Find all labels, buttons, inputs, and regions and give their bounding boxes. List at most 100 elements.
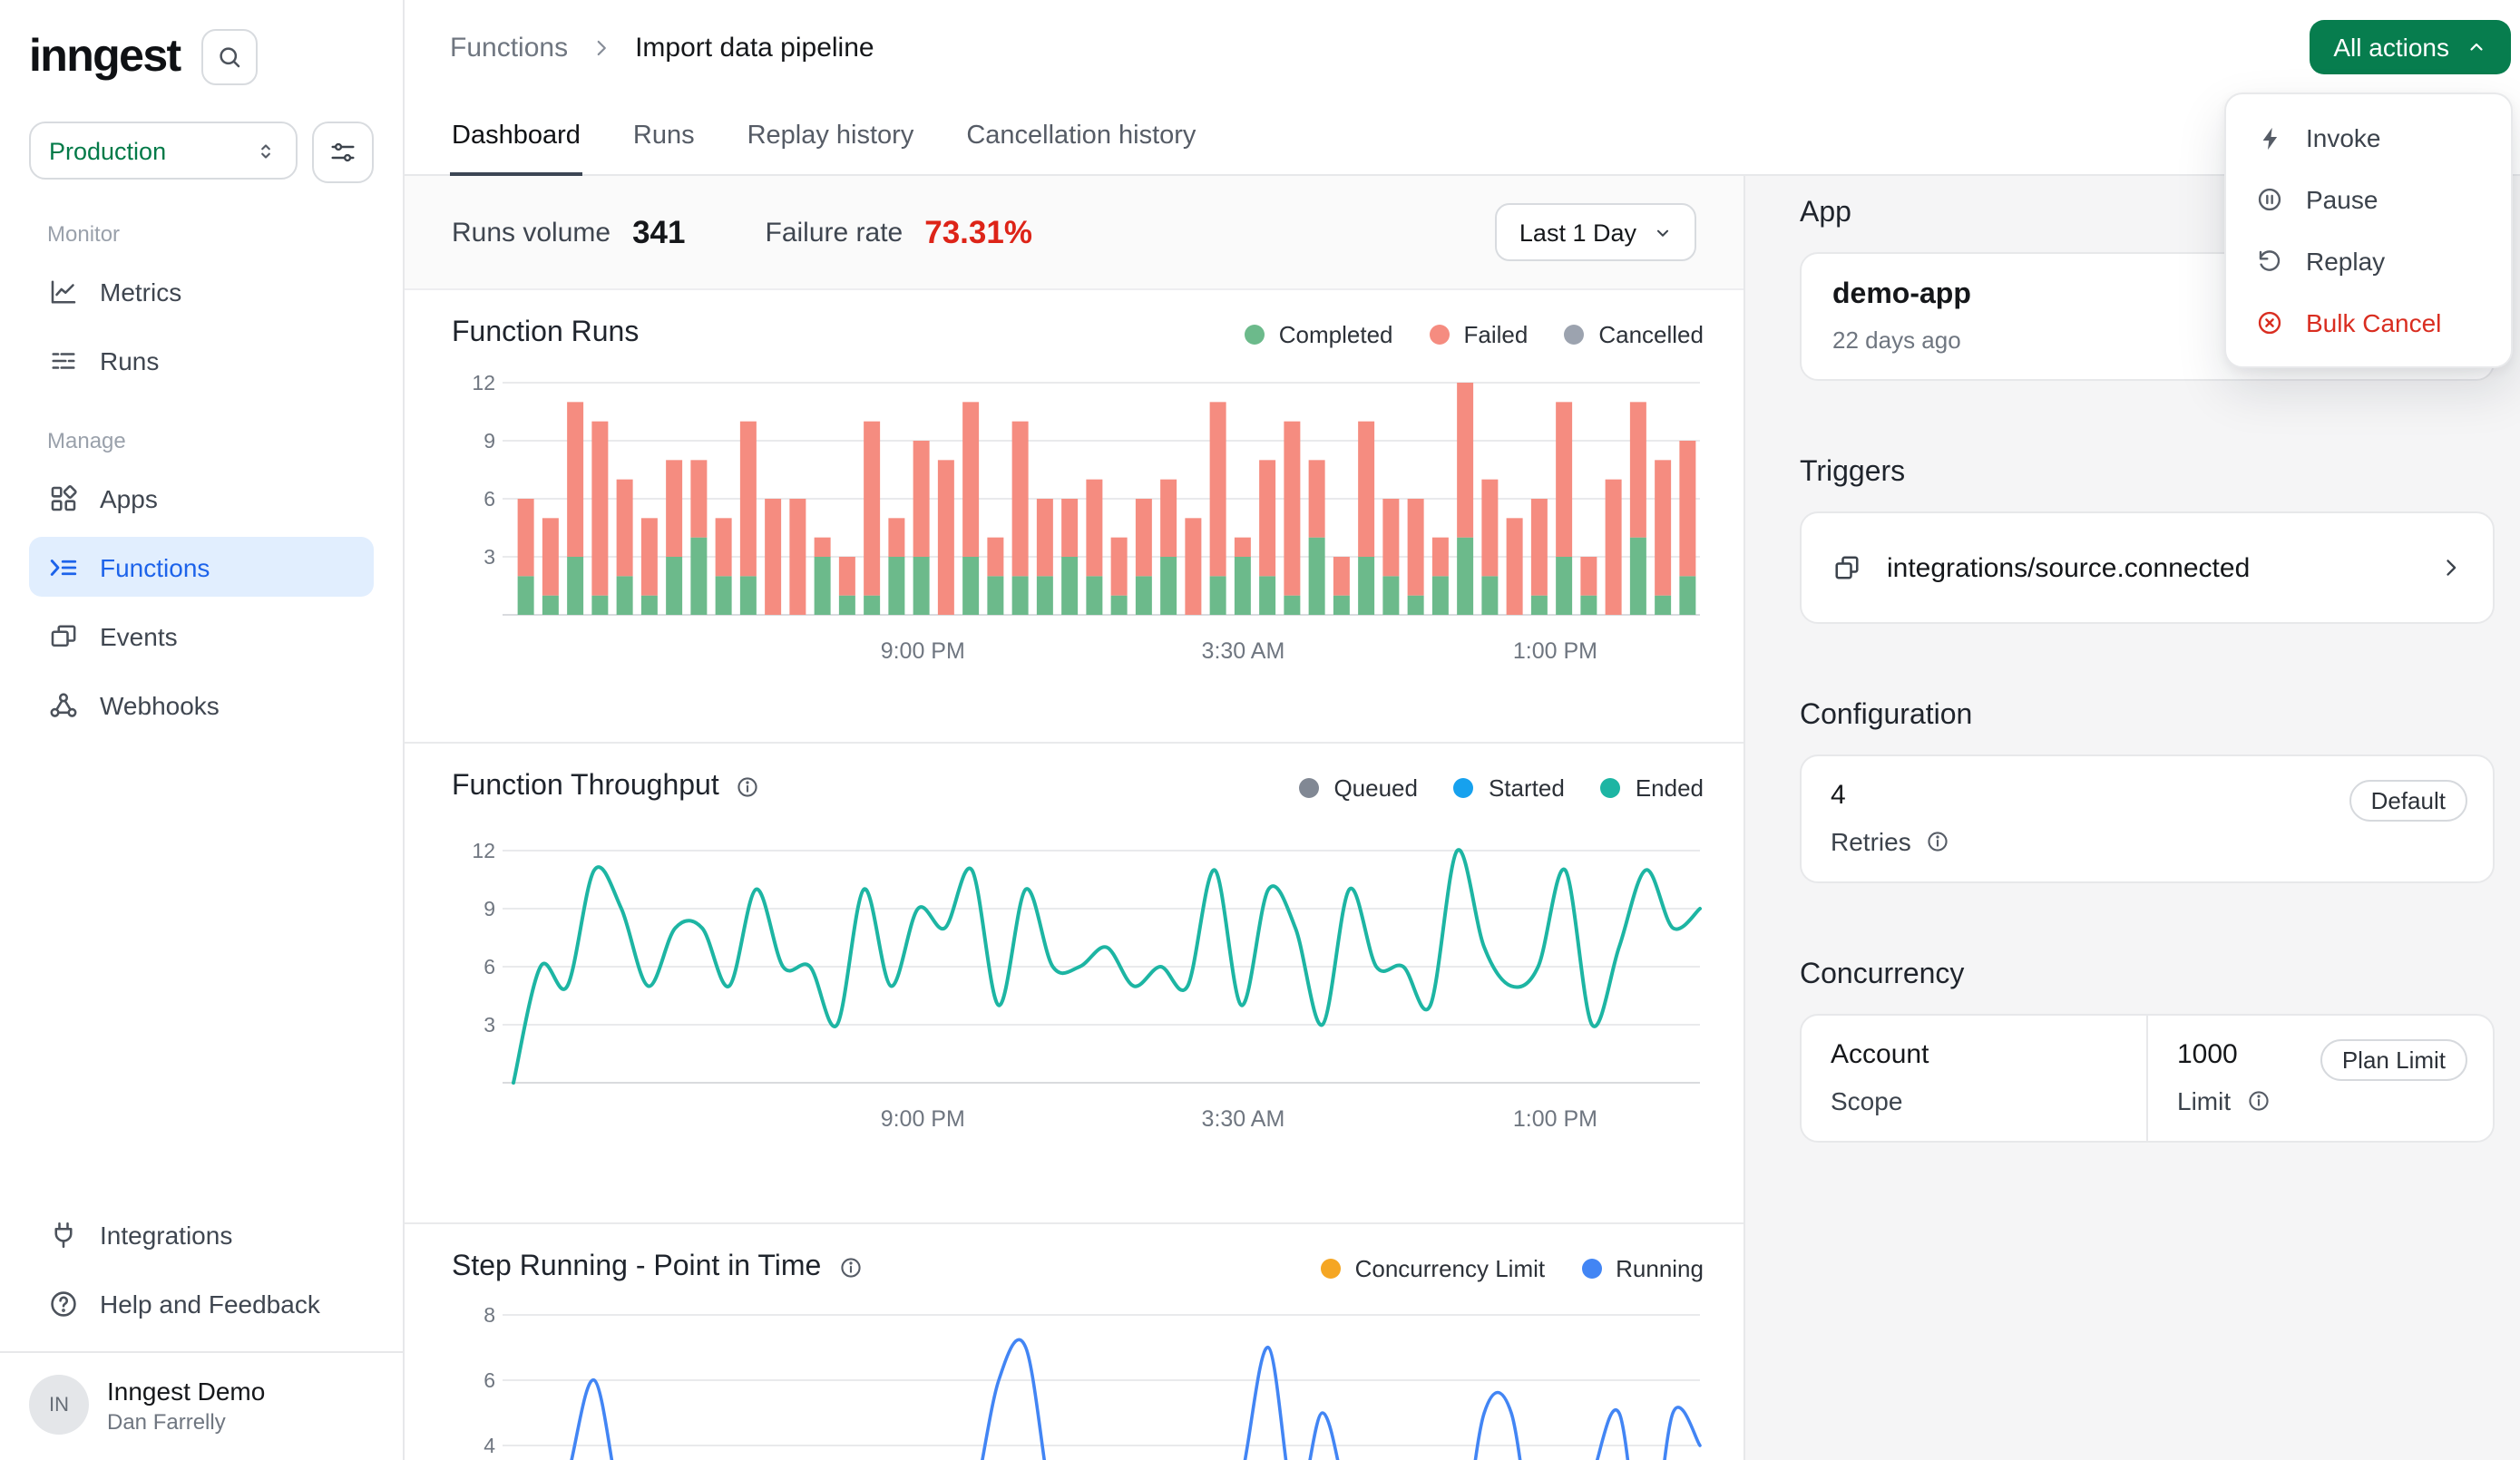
failure-rate-value: 73.31% <box>924 213 1032 251</box>
legend-label: Running <box>1616 1254 1704 1281</box>
sidebar-item-events[interactable]: Events <box>29 606 374 666</box>
started-dot <box>1454 777 1474 797</box>
chevron-right-icon <box>590 36 613 60</box>
function-throughput-chart: 129639:00 PM3:30 AM1:00 PM <box>452 829 1705 1137</box>
concurrency-heading: Concurrency <box>1800 959 2495 992</box>
menu-item-pause[interactable]: Pause <box>2226 169 2511 230</box>
stats-bar: Runs volume 341 Failure rate 73.31% Last… <box>405 176 1743 290</box>
scope-label: Scope <box>1831 1086 1902 1115</box>
metrics-icon <box>47 275 80 307</box>
step-running-chart: 864 <box>452 1306 1705 1460</box>
search-button[interactable] <box>202 29 259 85</box>
trigger-event-name: integrations/source.connected <box>1887 552 2415 583</box>
step-running-section: Step Running - Point in Time Concurrency… <box>405 1224 1743 1460</box>
nav-section-monitor: Monitor <box>47 221 374 247</box>
sidebar-item-label: Metrics <box>100 277 181 306</box>
tab-dashboard[interactable]: Dashboard <box>450 122 582 176</box>
legend-label: Queued <box>1333 774 1418 801</box>
cancel-circle-icon <box>2255 308 2284 337</box>
running-dot <box>1581 1258 1601 1278</box>
user-menu[interactable]: IN Inngest Demo Dan Farrelly <box>0 1351 403 1442</box>
breadcrumb: Functions Import data pipeline <box>450 33 874 63</box>
sidebar-item-label: Webhooks <box>100 690 220 719</box>
completed-dot <box>1245 324 1265 344</box>
menu-item-invoke[interactable]: Invoke <box>2226 107 2511 169</box>
svg-text:9: 9 <box>483 897 495 920</box>
sidebar-item-label: Runs <box>100 346 159 375</box>
tab-cancellation-history[interactable]: Cancellation history <box>964 122 1197 176</box>
ended-dot <box>1601 777 1621 797</box>
info-icon[interactable] <box>837 1255 863 1280</box>
svg-text:9:00 PM: 9:00 PM <box>881 638 965 664</box>
scope-value: Account <box>1831 1039 2117 1070</box>
cancelled-dot <box>1564 324 1584 344</box>
sidebar-item-integrations[interactable]: Integrations <box>29 1204 374 1264</box>
svg-text:3: 3 <box>483 545 495 569</box>
chevrons-up-down-icon <box>254 139 278 162</box>
inngest-dashboard: inngest Production Monitor <box>0 0 2520 1460</box>
limit-label: Limit <box>2177 1086 2231 1115</box>
tab-runs[interactable]: Runs <box>631 122 697 176</box>
legend-label: Failed <box>1464 320 1529 347</box>
sidebar-item-webhooks[interactable]: Webhooks <box>29 675 374 735</box>
sidebar-item-functions[interactable]: Functions <box>29 537 374 597</box>
svg-text:3: 3 <box>483 1013 495 1037</box>
tab-replay-history[interactable]: Replay history <box>746 122 916 176</box>
dashboard-main: Runs volume 341 Failure rate 73.31% Last… <box>405 176 1745 1460</box>
all-actions-button[interactable]: All actions <box>2310 20 2511 74</box>
legend-label: Cancelled <box>1598 320 1704 347</box>
runs-volume-value: 341 <box>632 213 685 251</box>
webhooks-icon <box>47 688 80 721</box>
info-icon[interactable] <box>736 774 761 800</box>
time-range-value: Last 1 Day <box>1519 219 1636 246</box>
runs-volume-label: Runs volume <box>452 217 610 248</box>
retries-label: Retries <box>1831 827 1911 856</box>
svg-text:6: 6 <box>483 1368 495 1392</box>
info-icon[interactable] <box>1926 829 1951 854</box>
environment-select[interactable]: Production <box>29 122 298 180</box>
environment-settings-button[interactable] <box>312 122 374 183</box>
function-throughput-section: Function Throughput Queued Started Ended… <box>405 744 1743 1224</box>
content: Runs volume 341 Failure rate 73.31% Last… <box>405 176 2520 1460</box>
svg-text:3:30 AM: 3:30 AM <box>1202 1106 1285 1132</box>
sidebar-item-apps[interactable]: Apps <box>29 468 374 528</box>
failure-rate-label: Failure rate <box>766 217 903 248</box>
chevron-down-icon <box>1653 222 1673 242</box>
functions-icon <box>47 550 80 583</box>
chevron-up-icon <box>2466 36 2487 58</box>
legend-label: Concurrency Limit <box>1355 1254 1546 1281</box>
menu-item-label: Replay <box>2306 247 2385 276</box>
sidebar: inngest Production Monitor <box>0 0 405 1460</box>
concurrency-limit-dot <box>1321 1258 1341 1278</box>
svg-text:12: 12 <box>472 839 495 862</box>
all-actions-menu: Invoke Pause Replay Bulk Cancel <box>2224 92 2513 368</box>
plug-icon <box>47 1218 80 1251</box>
all-actions-label: All actions <box>2333 33 2449 62</box>
svg-text:6: 6 <box>483 487 495 511</box>
pause-circle-icon <box>2255 185 2284 214</box>
time-range-select[interactable]: Last 1 Day <box>1496 203 1696 261</box>
trigger-card[interactable]: integrations/source.connected <box>1800 511 2495 624</box>
event-copy-icon <box>1831 551 1863 584</box>
step-running-legend: Concurrency Limit Running <box>1321 1254 1704 1281</box>
menu-item-bulk-cancel[interactable]: Bulk Cancel <box>2226 292 2511 354</box>
sidebar-item-metrics[interactable]: Metrics <box>29 261 374 321</box>
function-details-panel: App demo-app 22 days ago Triggers integr… <box>1745 176 2520 1460</box>
sidebar-item-help[interactable]: Help and Feedback <box>29 1273 374 1333</box>
menu-item-replay[interactable]: Replay <box>2226 230 2511 292</box>
avatar: IN <box>29 1375 89 1435</box>
breadcrumb-functions[interactable]: Functions <box>450 33 568 63</box>
sidebar-nav: Monitor Metrics Runs Manage Apps <box>29 183 374 744</box>
info-icon[interactable] <box>2245 1088 2271 1114</box>
menu-item-label: Invoke <box>2306 123 2381 152</box>
legend-label: Started <box>1489 774 1565 801</box>
function-runs-chart: 129639:00 PM3:30 AM1:00 PM <box>452 361 1705 669</box>
failed-dot <box>1430 324 1450 344</box>
function-throughput-title: Function Throughput <box>452 771 719 803</box>
triggers-heading: Triggers <box>1800 457 2495 490</box>
search-icon <box>217 44 244 71</box>
sidebar-item-runs[interactable]: Runs <box>29 330 374 390</box>
svg-text:4: 4 <box>483 1434 495 1457</box>
sidebar-footer: Integrations Help and Feedback IN Innges… <box>29 1204 374 1442</box>
svg-text:9:00 PM: 9:00 PM <box>881 1106 965 1132</box>
